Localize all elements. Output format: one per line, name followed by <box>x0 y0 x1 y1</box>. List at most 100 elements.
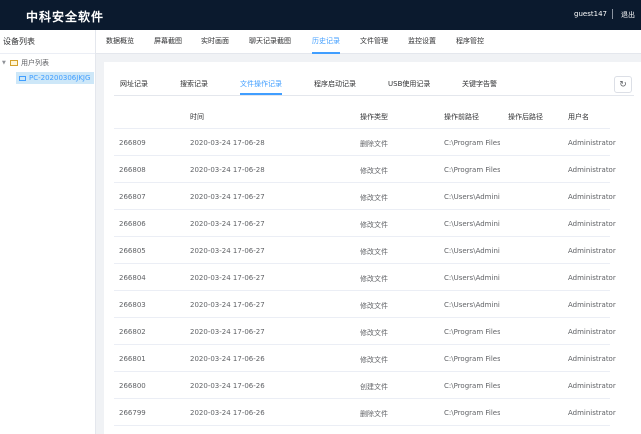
tree-node-device[interactable]: PC-20200306JKJG <box>16 72 94 84</box>
table-row[interactable]: 266801 2020-03-24 17-06-26 修改文件 C:\Program … <box>114 345 616 372</box>
tab-divider <box>114 95 634 96</box>
table-row[interactable]: 266803 2020-03-24 17-06-27 修改文件 C:\Users\Ad… <box>114 291 616 318</box>
cell-operation-type: 修改文件 <box>360 248 388 256</box>
cell-username: Administrator <box>568 166 616 174</box>
table-row[interactable]: 266804 2020-03-24 17-06-27 修改文件 C:\Users\Ad… <box>114 264 616 291</box>
cell-operation-type: 修改文件 <box>360 221 388 229</box>
cell-time: 2020-03-24 17-06-27 <box>190 328 265 336</box>
subtab-usb-records[interactable]: USB使用记录 <box>388 77 430 95</box>
table-row[interactable]: 266800 2020-03-24 17-06-26 创建文件 C:\Program … <box>114 372 616 399</box>
cell-path-before: C:\Program Files <box>444 409 500 417</box>
monitor-icon <box>19 75 26 81</box>
tree-node-label: 用户列表 <box>21 59 49 67</box>
device-sidebar: 设备列表 ▼ 用户列表 PC-20200306JKJG <box>0 30 96 434</box>
cell-path-before: C:\Program Files <box>444 328 500 336</box>
cell-time: 2020-03-24 17-06-27 <box>190 247 265 255</box>
cell-username: Administrator <box>568 247 616 255</box>
cell-path-before: C:\Users\Adminis <box>444 301 500 309</box>
nav-tab-overview[interactable]: 数据概览 <box>106 30 134 54</box>
subtab-file-operation-records[interactable]: 文件操作记录 <box>240 77 282 95</box>
refresh-icon: ↻ <box>619 79 627 90</box>
folder-icon <box>10 60 18 66</box>
cell-time: 2020-03-24 17-06-26 <box>190 355 265 363</box>
column-header-path-before: 操作前路径 <box>444 113 479 121</box>
cell-username: Administrator <box>568 193 616 201</box>
cell-path-before: C:\Program Files <box>444 139 500 147</box>
cell-time: 2020-03-24 17-06-28 <box>190 139 265 147</box>
cell-time: 2020-03-24 17-06-27 <box>190 193 265 201</box>
cell-time: 2020-03-24 17-06-26 <box>190 382 265 390</box>
nav-tab-file-manager[interactable]: 文件管理 <box>360 30 388 54</box>
cell-path-before: C:\Users\Adminis <box>444 274 500 282</box>
column-header-path-after: 操作后路径 <box>508 113 543 121</box>
cell-operation-type: 修改文件 <box>360 167 388 175</box>
cell-username: Administrator <box>568 355 616 363</box>
cell-path-before: C:\Users\Adminis <box>444 247 500 255</box>
cell-time: 2020-03-24 17-06-27 <box>190 220 265 228</box>
nav-tab-live-view[interactable]: 实时画面 <box>201 30 229 54</box>
cell-id: 266804 <box>119 274 146 282</box>
top-header: 中科安全软件 guest147 退出 <box>0 0 641 30</box>
table-row[interactable]: 266807 2020-03-24 17-06-27 修改文件 C:\Users\Ad… <box>114 183 616 210</box>
cell-username: Administrator <box>568 382 616 390</box>
cell-id: 266805 <box>119 247 146 255</box>
table-header: 时间 操作类型 操作前路径 操作后路径 用户名 <box>114 102 610 129</box>
cell-username: Administrator <box>568 274 616 282</box>
cell-time: 2020-03-24 17-06-27 <box>190 274 265 282</box>
tree-node-user-list[interactable]: ▼ 用户列表 <box>2 57 49 69</box>
header-divider <box>612 9 613 19</box>
cell-operation-type: 修改文件 <box>360 329 388 337</box>
cell-path-before: C:\Users\Adminis <box>444 220 500 228</box>
nav-tab-chat-screenshots[interactable]: 聊天记录截图 <box>249 30 291 54</box>
table-row[interactable]: 266805 2020-03-24 17-06-27 修改文件 C:\Users\Ad… <box>114 237 616 264</box>
cell-username: Administrator <box>568 139 616 147</box>
main-nav: 数据概览 屏幕截图 实时画面 聊天记录截图 历史记录 文件管理 监控设置 程序管… <box>96 30 641 54</box>
caret-down-icon[interactable]: ▼ <box>2 60 10 66</box>
cell-id: 266803 <box>119 301 146 309</box>
device-label: PC-20200306JKJG <box>29 74 91 82</box>
table-row[interactable]: 266802 2020-03-24 17-06-27 修改文件 C:\Program … <box>114 318 616 345</box>
cell-operation-type: 修改文件 <box>360 356 388 364</box>
cell-id: 266806 <box>119 220 146 228</box>
username-label: guest147 <box>574 10 607 18</box>
nav-tab-history[interactable]: 历史记录 <box>312 30 340 54</box>
cell-operation-type: 修改文件 <box>360 302 388 310</box>
cell-id: 266799 <box>119 409 146 417</box>
page-scrollbar[interactable] <box>629 96 635 434</box>
cell-path-before: C:\Program Files <box>444 166 500 174</box>
sidebar-title: 设备列表 <box>0 30 95 54</box>
history-panel: 网址记录 搜索记录 文件操作记录 程序启动记录 USB使用记录 关键字告警 ↻ … <box>104 62 641 434</box>
cell-path-before: C:\Users\Adminis <box>444 193 500 201</box>
cell-operation-type: 删除文件 <box>360 140 388 148</box>
cell-id: 266809 <box>119 139 146 147</box>
table-row[interactable]: 266808 2020-03-24 17-06-28 修改文件 C:\Program … <box>114 156 616 183</box>
cell-username: Administrator <box>568 220 616 228</box>
cell-time: 2020-03-24 17-06-28 <box>190 166 265 174</box>
refresh-button[interactable]: ↻ <box>614 76 632 93</box>
cell-username: Administrator <box>568 328 616 336</box>
subtab-search-records[interactable]: 搜索记录 <box>180 77 208 95</box>
cell-operation-type: 修改文件 <box>360 194 388 202</box>
table-row[interactable]: 266806 2020-03-24 17-06-27 修改文件 C:\Users\Ad… <box>114 210 616 237</box>
nav-tab-monitor-settings[interactable]: 监控设置 <box>408 30 436 54</box>
cell-id: 266808 <box>119 166 146 174</box>
cell-id: 266800 <box>119 382 146 390</box>
cell-path-before: C:\Program Files <box>444 355 500 363</box>
cell-time: 2020-03-24 17-06-27 <box>190 301 265 309</box>
nav-tab-program-control[interactable]: 程序管控 <box>456 30 484 54</box>
cell-operation-type: 修改文件 <box>360 275 388 283</box>
cell-operation-type: 删除文件 <box>360 410 388 418</box>
subtab-keyword-alerts[interactable]: 关键字告警 <box>462 77 497 95</box>
table-row[interactable]: 266799 2020-03-24 17-06-26 删除文件 C:\Program … <box>114 399 616 426</box>
app-brand: 中科安全软件 <box>26 10 105 24</box>
cell-path-before: C:\Program Files <box>444 382 500 390</box>
subtab-url-records[interactable]: 网址记录 <box>120 77 148 95</box>
column-header-username: 用户名 <box>568 113 589 121</box>
column-header-time: 时间 <box>190 113 204 121</box>
logout-button[interactable]: 退出 <box>621 10 635 20</box>
nav-tab-screenshots[interactable]: 屏幕截图 <box>154 30 182 54</box>
subtab-program-launch-records[interactable]: 程序启动记录 <box>314 77 356 95</box>
cell-operation-type: 创建文件 <box>360 383 388 391</box>
cell-username: Administrator <box>568 301 616 309</box>
table-row[interactable]: 266809 2020-03-24 17-06-28 删除文件 C:\Program … <box>114 129 616 156</box>
